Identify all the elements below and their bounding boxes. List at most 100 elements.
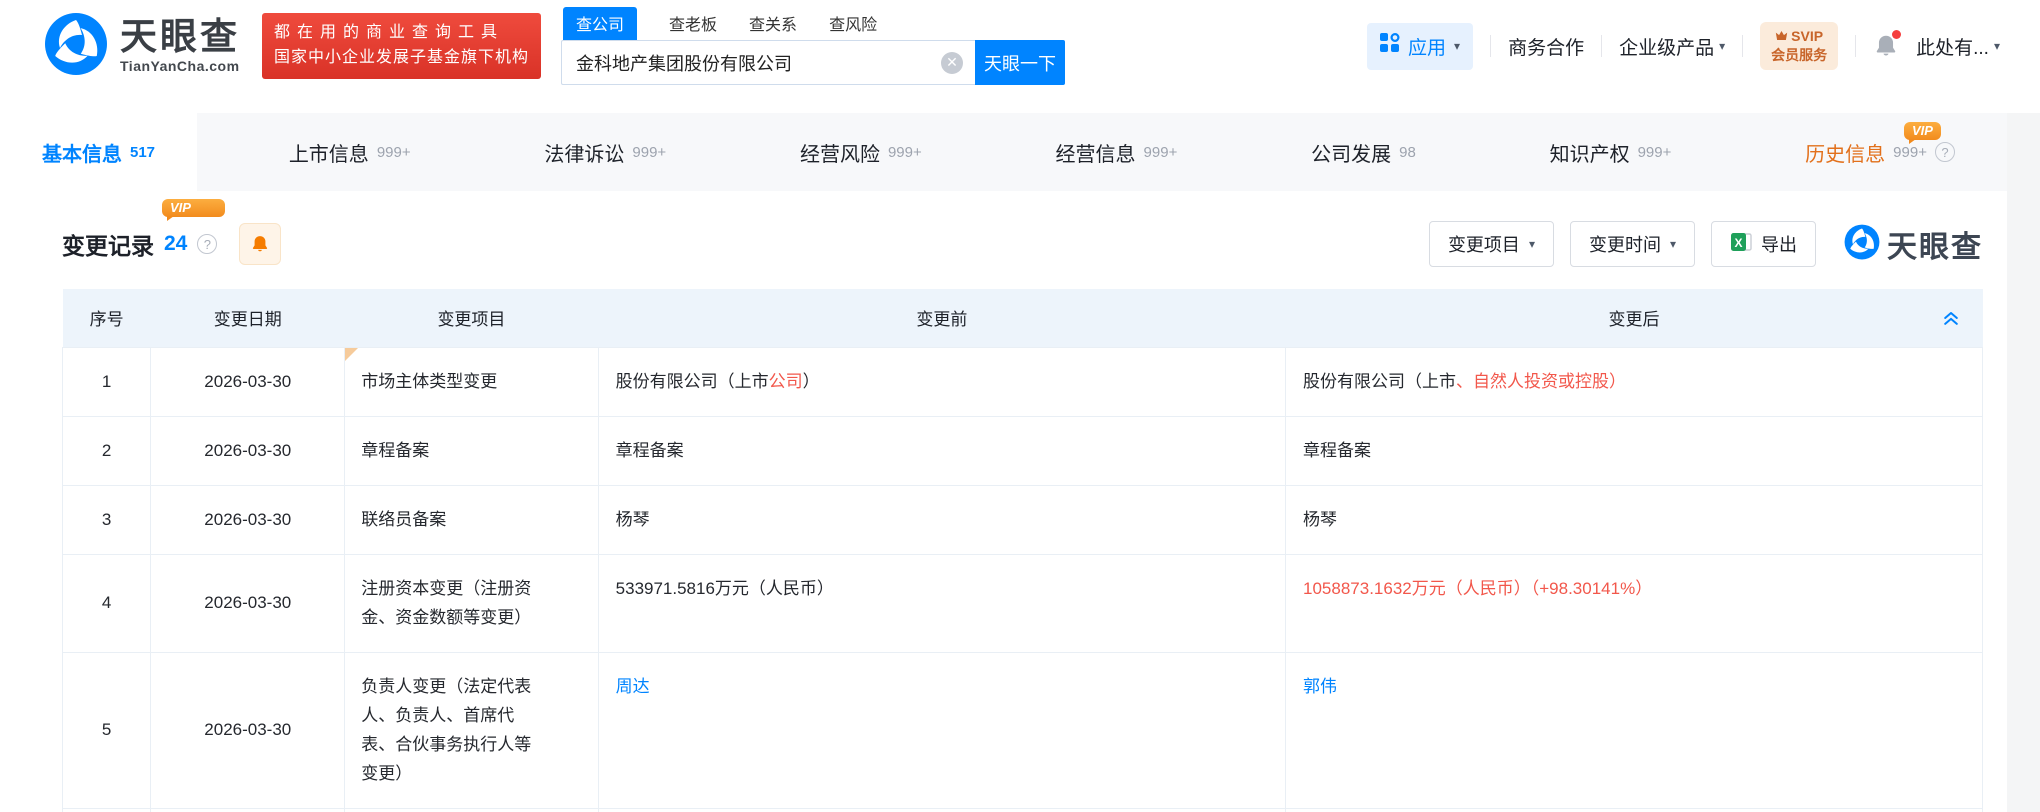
subscribe-bell-button[interactable]: [239, 223, 281, 265]
page-tab-label: 基本信息: [42, 138, 122, 167]
page-tab-count: 999+: [1144, 144, 1178, 161]
chevron-down-icon: ▾: [1719, 39, 1725, 53]
search-scope-tab-1[interactable]: 查老板: [669, 7, 717, 40]
top-header: 天眼查 TianYanCha.com 都在用的商业查询工具 国家中小企业发展子基…: [0, 0, 2040, 113]
cell-change-item: 注册资本变更（注册资金、资金数额等变更）: [345, 554, 598, 652]
svip-line2: 会员服务: [1771, 47, 1827, 63]
table-row: 52026-03-30负责人变更（法定代表人、负责人、首席代表、合伙事务执行人等…: [63, 652, 1983, 808]
help-icon[interactable]: ?: [197, 234, 217, 254]
cell-change-item: 章程备案: [345, 416, 598, 485]
page-tab-4[interactable]: 经营信息 999+: [1014, 113, 1220, 191]
filter-buttons: 变更项目▾ 变更时间▾: [1429, 221, 1695, 267]
page-tab-3[interactable]: 经营风险999+: [758, 113, 964, 191]
change-item-text: 负责人变更（法定代表人、负责人、首席代表、合伙事务执行人等变更）: [361, 677, 531, 783]
filter-dropdown-0[interactable]: 变更项目▾: [1429, 221, 1554, 267]
tianyancha-swirl-icon: [44, 12, 108, 81]
company-section-tabs: 基本信息517上市信息999+法律诉讼999+经营风险999+经营信息999+公…: [0, 113, 2007, 191]
search-area: 查公司查老板查关系查风险 ✕ 天眼一下: [561, 7, 1065, 85]
chevron-down-icon: ▾: [1994, 39, 2000, 53]
cell-after: 杨琴: [1286, 485, 1983, 554]
cell-date: 2026-03-30: [151, 347, 345, 416]
text-segment: 533971.5816万元（人民币）: [616, 579, 834, 598]
apps-grid-icon: [1380, 33, 1400, 59]
page-tab-2[interactable]: 法律诉讼999+: [502, 113, 708, 191]
column-header-label: 变更日期: [214, 310, 282, 329]
column-header-2: 变更项目: [345, 289, 598, 347]
vip-badge: VIP: [162, 199, 225, 217]
apps-button[interactable]: 应用 ▾: [1367, 23, 1473, 70]
page-tab-5[interactable]: 公司发展98: [1269, 113, 1458, 191]
section-count: 24: [164, 232, 187, 256]
cell-empty: [345, 808, 598, 812]
main-content: 基本信息517上市信息999+法律诉讼999+经营风险999+经营信息999+公…: [0, 113, 2007, 812]
text-segment: 股份有限公司（上市: [616, 372, 769, 391]
page-tab-count: 999+: [1893, 144, 1927, 161]
person-link[interactable]: 郭伟: [1303, 677, 1337, 696]
cell-change-item: 市场主体类型变更: [345, 347, 598, 416]
page-tab-1[interactable]: 上市信息 999+: [247, 113, 453, 191]
svip-badge[interactable]: SVIP 会员服务: [1760, 22, 1838, 70]
cell-change-item: 负责人变更（法定代表人、负责人、首席代表、合伙事务执行人等变更）: [345, 652, 598, 808]
filter-label: 变更项目: [1448, 231, 1520, 257]
table-row: 42026-03-30注册资本变更（注册资金、资金数额等变更）533971.58…: [63, 554, 1983, 652]
page-tab-label: 知识产权: [1550, 138, 1630, 167]
column-header-label: 变更项目: [437, 310, 505, 329]
notification-bell-icon[interactable]: [1873, 33, 1899, 59]
page-tab-label: 法律诉讼: [544, 138, 624, 167]
filter-label: 变更时间: [1589, 231, 1661, 257]
logo-title: 天眼查: [120, 18, 240, 57]
page-tab-label: 历史信息: [1805, 138, 1885, 167]
divider: [1490, 35, 1491, 57]
cell-date: 2026-03-30: [151, 652, 345, 808]
column-header-label: 变更前: [916, 310, 967, 329]
cell-after: 1058873.1632万元（人民币）（+98.30141%）: [1286, 554, 1983, 652]
table-row: 32026-03-30联络员备案杨琴杨琴: [63, 485, 1983, 554]
person-link[interactable]: 周达: [616, 677, 650, 696]
page-tab-count: 517: [130, 144, 155, 161]
column-header-0: 序号: [63, 289, 151, 347]
section-header: 变更记录 24 VIP ? 变更项目▾变更时间▾ X 导出: [0, 191, 2007, 267]
cell-index: 1: [63, 347, 151, 416]
promo-banner[interactable]: 都在用的商业查询工具 国家中小企业发展子基金旗下机构: [262, 13, 541, 79]
cell-date: 2026-03-30: [151, 554, 345, 652]
column-header-label: 变更后: [1609, 310, 1660, 329]
page-tab-0[interactable]: 基本信息 517: [0, 113, 197, 191]
export-button[interactable]: X 导出: [1711, 221, 1816, 267]
collapse-icon[interactable]: [1941, 308, 1961, 328]
divider: [1601, 35, 1602, 57]
cell-after: 章程备案: [1286, 416, 1983, 485]
search-scope-tab-2[interactable]: 查关系: [749, 7, 797, 40]
page-tab-7[interactable]: 历史信息999+VIP?: [1763, 113, 1997, 191]
user-menu[interactable]: 此处有... ▾: [1916, 33, 2000, 60]
change-item-text: 联络员备案: [361, 510, 446, 529]
cell-index: 3: [63, 485, 151, 554]
user-label: 此处有...: [1916, 33, 1989, 60]
search-button[interactable]: 天眼一下: [975, 40, 1065, 85]
nav-link-enterprise[interactable]: 企业级产品▾: [1619, 33, 1725, 60]
divider: [1742, 35, 1743, 57]
text-segment: 章程备案: [1303, 441, 1371, 460]
cell-after: 郭伟: [1286, 652, 1983, 808]
help-icon[interactable]: ?: [1935, 142, 1955, 162]
nav-link-cooperation[interactable]: 商务合作: [1508, 33, 1584, 60]
search-scope-tab-0[interactable]: 查公司: [563, 7, 637, 40]
change-item-text: 注册资本变更（注册资金、资金数额等变更）: [361, 579, 531, 627]
page-tab-6[interactable]: 知识产权999+: [1508, 113, 1714, 191]
text-segment: 、自然人投资或控股）: [1456, 372, 1626, 391]
search-input[interactable]: [562, 52, 975, 73]
column-header-3: 变更前: [598, 289, 1285, 347]
page-tab-count: 999+: [377, 144, 411, 161]
text-segment: ）: [803, 372, 820, 391]
search-scope-tab-3[interactable]: 查风险: [829, 7, 877, 40]
clear-icon[interactable]: ✕: [941, 52, 963, 74]
page-tab-label: 经营信息: [1056, 138, 1136, 167]
watermark-text: 天眼查: [1887, 222, 1983, 266]
tianyancha-logo[interactable]: 天眼查 TianYanCha.com: [44, 12, 240, 81]
filter-dropdown-1[interactable]: 变更时间▾: [1570, 221, 1695, 267]
cell-index: 5: [63, 652, 151, 808]
table-row: 22026-03-30章程备案章程备案章程备案: [63, 416, 1983, 485]
page-tab-label: 上市信息: [289, 138, 369, 167]
change-item-text: 市场主体类型变更: [361, 372, 497, 391]
search-input-wrap: ✕: [561, 40, 975, 85]
crown-icon: [1775, 27, 1788, 46]
